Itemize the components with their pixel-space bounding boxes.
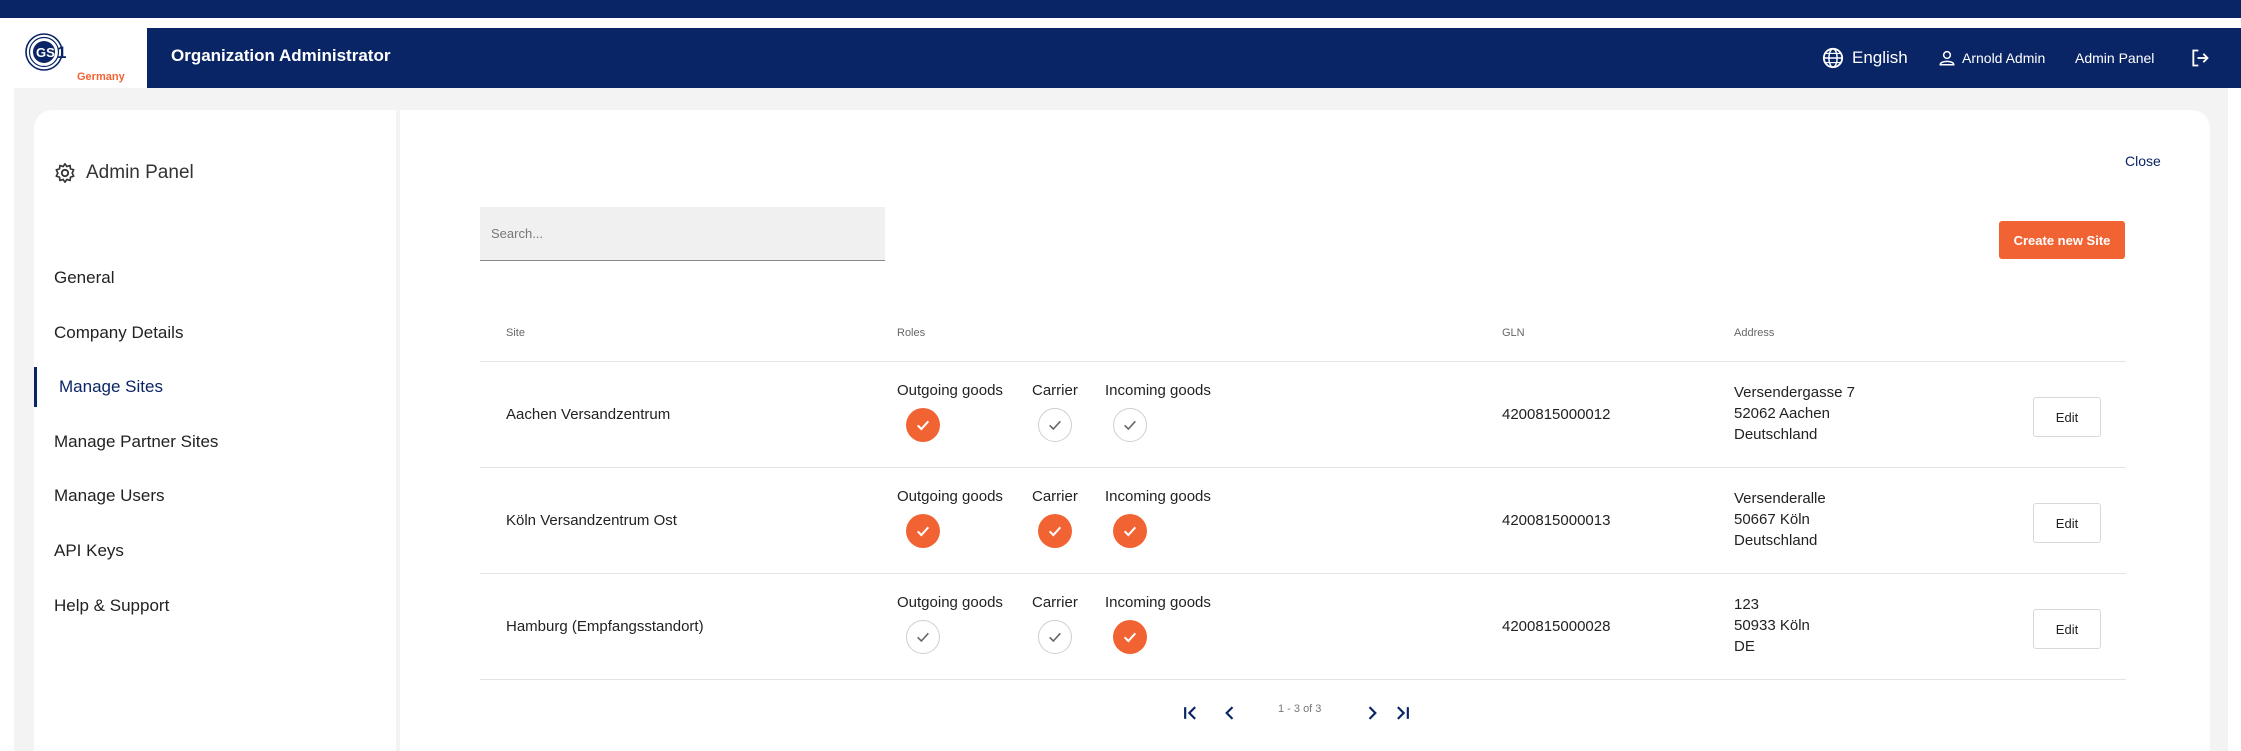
table-row: Köln Versandzentrum Ost Outgoing goods C… bbox=[480, 468, 2126, 574]
previous-page-button[interactable] bbox=[1218, 701, 1242, 725]
sidebar-item-help-support[interactable]: Help & Support bbox=[34, 586, 396, 626]
sidebar-item-manage-users[interactable]: Manage Users bbox=[34, 476, 396, 516]
sidebar-title-label: Admin Panel bbox=[86, 162, 194, 183]
role-label-carrier: Carrier bbox=[1032, 382, 1078, 399]
role-label-incoming: Incoming goods bbox=[1105, 594, 1211, 611]
address-line: Deutschland bbox=[1734, 426, 1818, 443]
checkmark-icon bbox=[1123, 526, 1137, 537]
column-header-roles: Roles bbox=[897, 327, 926, 339]
create-new-site-button[interactable]: Create new Site bbox=[1999, 221, 2125, 259]
admin-sidebar: Admin Panel General Company Details Mana… bbox=[34, 110, 396, 751]
outgoing-role-checkbox[interactable] bbox=[906, 514, 940, 548]
language-selector[interactable]: English bbox=[1822, 28, 1908, 88]
pagination-info: 1 - 3 of 3 bbox=[1278, 703, 1322, 715]
site-name: Köln Versandzentrum Ost bbox=[506, 512, 677, 529]
sidebar-item-general[interactable]: General bbox=[34, 258, 396, 298]
column-header-address: Address bbox=[1734, 327, 1775, 339]
role-label-outgoing: Outgoing goods bbox=[897, 382, 1003, 399]
address-line: 123 bbox=[1734, 596, 1760, 613]
gs1-logo-icon: GS 1 bbox=[25, 33, 66, 71]
incoming-role-checkbox[interactable] bbox=[1113, 620, 1147, 654]
first-page-button[interactable] bbox=[1179, 701, 1203, 725]
outgoing-role-checkbox[interactable] bbox=[906, 408, 940, 442]
address-line: 52062 Aachen bbox=[1734, 405, 1830, 422]
sidebar-item-manage-sites[interactable]: Manage Sites bbox=[34, 367, 396, 407]
table-row: Aachen Versandzentrum Outgoing goods Car… bbox=[480, 362, 2126, 468]
incoming-role-checkbox[interactable] bbox=[1113, 514, 1147, 548]
site-name: Hamburg (Empfangsstandort) bbox=[506, 618, 704, 635]
edit-button[interactable]: Edit bbox=[2033, 397, 2101, 437]
user-menu[interactable]: Arnold Admin bbox=[1938, 28, 2045, 88]
address-line: Versenderalle bbox=[1734, 490, 1826, 507]
role-label-outgoing: Outgoing goods bbox=[897, 594, 1003, 611]
address-line: Deutschland bbox=[1734, 532, 1818, 549]
gln-value: 4200815000013 bbox=[1502, 512, 1611, 529]
checkmark-icon bbox=[1124, 420, 1136, 431]
checkmark-icon bbox=[917, 632, 929, 643]
sidebar-item-api-keys[interactable]: API Keys bbox=[34, 531, 396, 571]
chevron-left-icon bbox=[1225, 706, 1234, 720]
gs1-logo[interactable]: GS 1 Germany bbox=[0, 28, 147, 88]
user-name: Arnold Admin bbox=[1962, 50, 2046, 66]
language-label: English bbox=[1852, 48, 1908, 67]
logout-button[interactable] bbox=[2190, 28, 2210, 88]
next-page-button[interactable] bbox=[1360, 701, 1384, 725]
gear-icon bbox=[55, 163, 75, 183]
role-label-incoming: Incoming goods bbox=[1105, 382, 1211, 399]
svg-text:1: 1 bbox=[57, 43, 66, 62]
outgoing-role-checkbox[interactable] bbox=[906, 620, 940, 654]
svg-text:GS: GS bbox=[36, 45, 55, 60]
checkmark-icon bbox=[916, 526, 930, 537]
carrier-role-checkbox[interactable] bbox=[1038, 408, 1072, 442]
search-input[interactable]: Search... bbox=[480, 207, 885, 261]
last-page-button[interactable] bbox=[1390, 701, 1414, 725]
chevron-right-icon bbox=[1368, 706, 1377, 720]
app-title: Organization Administrator bbox=[171, 46, 391, 65]
address-line: 50667 Köln bbox=[1734, 511, 1810, 528]
gln-value: 4200815000028 bbox=[1502, 618, 1611, 635]
close-link[interactable]: Close bbox=[2125, 153, 2161, 169]
gln-value: 4200815000012 bbox=[1502, 406, 1611, 423]
top-stripe bbox=[0, 0, 2241, 20]
role-label-carrier: Carrier bbox=[1032, 488, 1078, 505]
app-header: GS 1 Germany Organization Administrator … bbox=[0, 28, 2241, 88]
logo-subtitle: Germany bbox=[77, 71, 125, 83]
globe-icon bbox=[1822, 47, 1844, 69]
checkmark-icon bbox=[916, 420, 930, 431]
address-line: 50933 Köln bbox=[1734, 617, 1810, 634]
sidebar-item-company-details[interactable]: Company Details bbox=[34, 313, 396, 353]
column-header-site: Site bbox=[506, 327, 525, 339]
logout-icon bbox=[2192, 49, 2209, 67]
edit-button[interactable]: Edit bbox=[2033, 503, 2101, 543]
address-line: Versendergasse 7 bbox=[1734, 384, 1855, 401]
edit-button[interactable]: Edit bbox=[2033, 609, 2101, 649]
checkmark-icon bbox=[1049, 632, 1061, 643]
last-page-icon bbox=[1397, 706, 1409, 720]
role-label-carrier: Carrier bbox=[1032, 594, 1078, 611]
checkmark-icon bbox=[1048, 526, 1062, 537]
column-header-gln: GLN bbox=[1502, 327, 1525, 339]
sidebar-title: Admin Panel bbox=[54, 162, 194, 184]
role-label-incoming: Incoming goods bbox=[1105, 488, 1211, 505]
site-name: Aachen Versandzentrum bbox=[506, 406, 671, 423]
admin-panel-link[interactable]: Admin Panel bbox=[2075, 28, 2154, 88]
checkmark-icon bbox=[1123, 632, 1137, 643]
address-line: DE bbox=[1734, 638, 1755, 655]
main-content: Close Search... Create new Site Site Rol… bbox=[400, 110, 2210, 751]
user-icon bbox=[1939, 50, 1955, 66]
checkmark-icon bbox=[1049, 420, 1061, 431]
incoming-role-checkbox[interactable] bbox=[1113, 408, 1147, 442]
first-page-icon bbox=[1184, 706, 1196, 720]
table-row: Hamburg (Empfangsstandort) Outgoing good… bbox=[480, 574, 2126, 680]
carrier-role-checkbox[interactable] bbox=[1038, 620, 1072, 654]
sidebar-item-manage-partner-sites[interactable]: Manage Partner Sites bbox=[34, 422, 396, 462]
carrier-role-checkbox[interactable] bbox=[1038, 514, 1072, 548]
role-label-outgoing: Outgoing goods bbox=[897, 488, 1003, 505]
